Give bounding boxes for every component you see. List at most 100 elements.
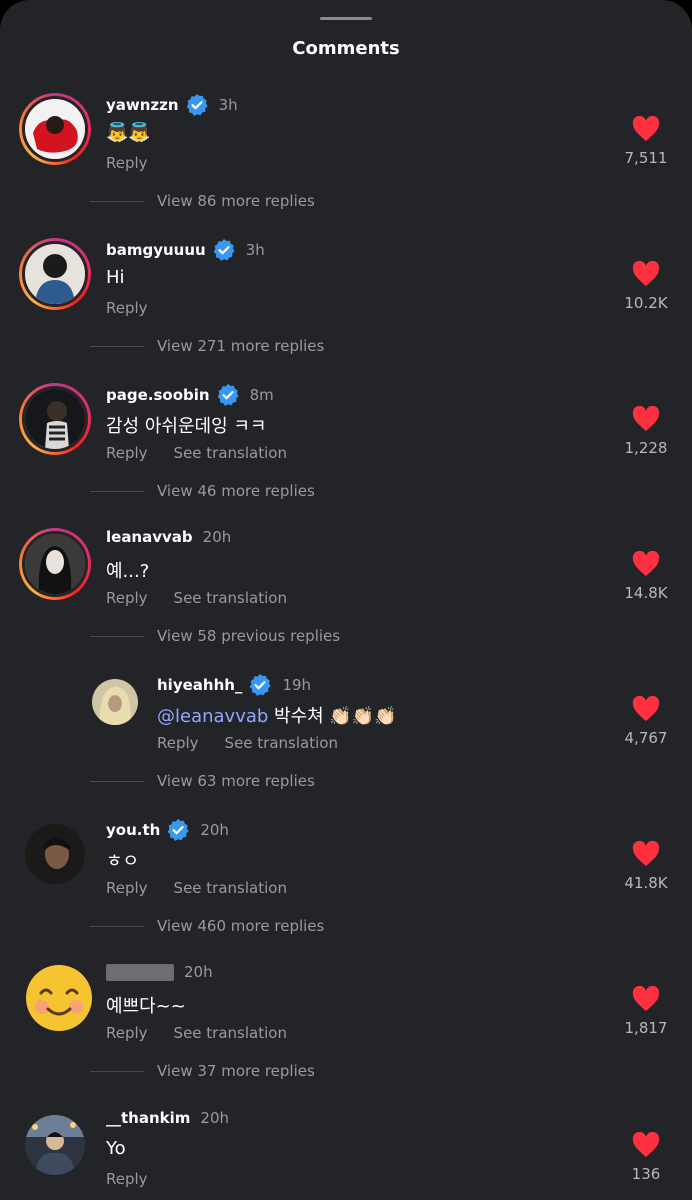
comment-item: you.th 20h ㅎㅇ Reply See translation 41.8… bbox=[0, 819, 692, 961]
heart-icon[interactable] bbox=[632, 116, 660, 142]
view-replies-label: View 86 more replies bbox=[157, 192, 315, 210]
username[interactable]: __thankim bbox=[106, 1109, 190, 1127]
reply-text: 박수쳐 👏🏻👏🏻👏🏻 bbox=[268, 706, 397, 727]
verified-badge-icon bbox=[168, 819, 189, 841]
view-replies-label: View 63 more replies bbox=[157, 772, 315, 790]
reply-button[interactable]: Reply bbox=[106, 589, 148, 607]
like-count: 136 bbox=[631, 1165, 661, 1183]
username[interactable]: leanavvab bbox=[106, 528, 193, 546]
divider-line bbox=[90, 200, 144, 202]
divider-line bbox=[90, 925, 144, 927]
view-replies-button[interactable]: View 86 more replies bbox=[90, 192, 315, 210]
see-translation-button[interactable]: See translation bbox=[174, 444, 287, 462]
reply-button[interactable]: Reply bbox=[106, 299, 148, 317]
heart-icon[interactable] bbox=[632, 406, 660, 432]
heart-icon[interactable] bbox=[632, 1132, 660, 1158]
comment-text: 예쁘다~~ bbox=[106, 996, 186, 1017]
like-count: 7,511 bbox=[624, 149, 668, 167]
divider-line bbox=[90, 1070, 144, 1072]
username[interactable]: yawnzzn bbox=[106, 96, 179, 114]
divider-line bbox=[90, 635, 144, 637]
avatar[interactable] bbox=[19, 238, 91, 310]
comment-time: 8m bbox=[249, 386, 274, 404]
comment-time: 20h bbox=[202, 528, 232, 546]
comment-item: yawnzzn 3h 👼👼 Reply 7,511 View 86 more r… bbox=[0, 93, 692, 236]
reply-button[interactable]: Reply bbox=[106, 154, 148, 172]
heart-icon[interactable] bbox=[632, 261, 660, 287]
reply-button[interactable]: Reply bbox=[106, 444, 148, 462]
view-replies-button[interactable]: View 460 more replies bbox=[90, 917, 324, 935]
view-replies-button[interactable]: View 63 more replies bbox=[90, 772, 315, 790]
comments-sheet: Comments yawnzzn 3h 👼👼 Reply 7,511 View … bbox=[0, 0, 692, 1200]
avatar[interactable] bbox=[25, 1115, 85, 1175]
divider-line bbox=[90, 780, 144, 782]
comment-item: __thankim 20h Yo Reply 136 bbox=[0, 1109, 692, 1200]
reply-button[interactable]: Reply bbox=[106, 1024, 148, 1042]
like-count: 1,228 bbox=[624, 439, 668, 457]
view-replies-label: View 37 more replies bbox=[157, 1062, 315, 1080]
view-replies-label: View 58 previous replies bbox=[157, 627, 341, 645]
see-translation-button[interactable]: See translation bbox=[225, 734, 338, 752]
view-replies-button[interactable]: View 37 more replies bbox=[90, 1062, 315, 1080]
comment-text: Hi bbox=[106, 267, 125, 288]
avatar[interactable] bbox=[19, 383, 91, 455]
like-count: 10.2K bbox=[624, 294, 668, 312]
comment-text: ㅎㅇ bbox=[106, 851, 140, 872]
comment-item: page.soobin 8m 감성 아쉬운데잉 ㅋㅋ Reply See tra… bbox=[0, 383, 692, 526]
see-translation-button[interactable]: See translation bbox=[174, 879, 287, 897]
like-count: 4,767 bbox=[624, 729, 668, 747]
view-replies-button[interactable]: View 58 previous replies bbox=[90, 627, 340, 645]
comment-time: 20h bbox=[184, 963, 213, 981]
divider-line bbox=[90, 490, 144, 492]
heart-icon[interactable] bbox=[632, 696, 660, 722]
redacted-username bbox=[106, 963, 174, 981]
comment-time: 20h bbox=[200, 1109, 229, 1127]
comment-time: 3h bbox=[218, 96, 238, 114]
like-count: 1,817 bbox=[624, 1019, 668, 1037]
comment-text: 예...? bbox=[106, 561, 150, 582]
like-count: 14.8K bbox=[624, 584, 668, 602]
username[interactable]: hiyeahhh_ bbox=[157, 676, 242, 694]
avatar[interactable] bbox=[24, 963, 94, 1033]
verified-badge-icon bbox=[250, 674, 272, 696]
view-replies-label: View 271 more replies bbox=[157, 337, 325, 355]
view-replies-button[interactable]: View 271 more replies bbox=[90, 337, 324, 355]
avatar[interactable] bbox=[92, 679, 138, 725]
drag-handle[interactable] bbox=[320, 17, 372, 20]
divider-line bbox=[90, 345, 144, 347]
page-title: Comments bbox=[292, 38, 400, 59]
comment-text: @leanavvab 박수쳐 👏🏻👏🏻👏🏻 bbox=[157, 702, 397, 728]
avatar[interactable] bbox=[19, 93, 91, 165]
reply-button[interactable]: Reply bbox=[106, 1170, 148, 1188]
comment-text: 👼👼 bbox=[106, 122, 151, 143]
reply-button[interactable]: Reply bbox=[106, 879, 148, 897]
verified-badge-icon bbox=[186, 94, 208, 116]
avatar[interactable] bbox=[19, 528, 91, 600]
avatar[interactable] bbox=[25, 824, 85, 884]
see-translation-button[interactable]: See translation bbox=[174, 589, 287, 607]
comment-text: 감성 아쉬운데잉 ㅋㅋ bbox=[106, 416, 267, 437]
view-replies-label: View 46 more replies bbox=[157, 482, 315, 500]
reply-button[interactable]: Reply bbox=[157, 734, 199, 752]
comment-item: 20h 예쁘다~~ Reply See translation 1,817 Vi… bbox=[0, 963, 692, 1106]
comment-item: leanavvab 20h 예...? Reply See translatio… bbox=[0, 528, 692, 671]
mention-link[interactable]: @leanavvab bbox=[157, 706, 268, 727]
view-replies-label: View 460 more replies bbox=[157, 917, 325, 935]
username[interactable]: you.th bbox=[106, 821, 160, 839]
see-translation-button[interactable]: See translation bbox=[174, 1024, 287, 1042]
heart-icon[interactable] bbox=[632, 986, 660, 1012]
comment-text: Yo bbox=[106, 1138, 126, 1159]
like-count: 41.8K bbox=[624, 874, 668, 892]
comment-time: 3h bbox=[245, 241, 265, 259]
view-replies-button[interactable]: View 46 more replies bbox=[90, 482, 315, 500]
reply-item: hiyeahhh_ 19h @leanavvab 박수쳐 👏🏻👏🏻👏🏻 Repl… bbox=[0, 674, 692, 816]
verified-badge-icon bbox=[217, 384, 239, 406]
comment-time: 20h bbox=[200, 821, 229, 839]
comment-time: 19h bbox=[282, 676, 312, 694]
comment-item: bamgyuuuu 3h Hi Reply 10.2K View 271 mor… bbox=[0, 238, 692, 381]
username[interactable]: bamgyuuuu bbox=[106, 241, 206, 259]
verified-badge-icon bbox=[213, 239, 235, 261]
heart-icon[interactable] bbox=[632, 841, 660, 867]
heart-icon[interactable] bbox=[632, 551, 660, 577]
username[interactable]: page.soobin bbox=[106, 386, 210, 404]
